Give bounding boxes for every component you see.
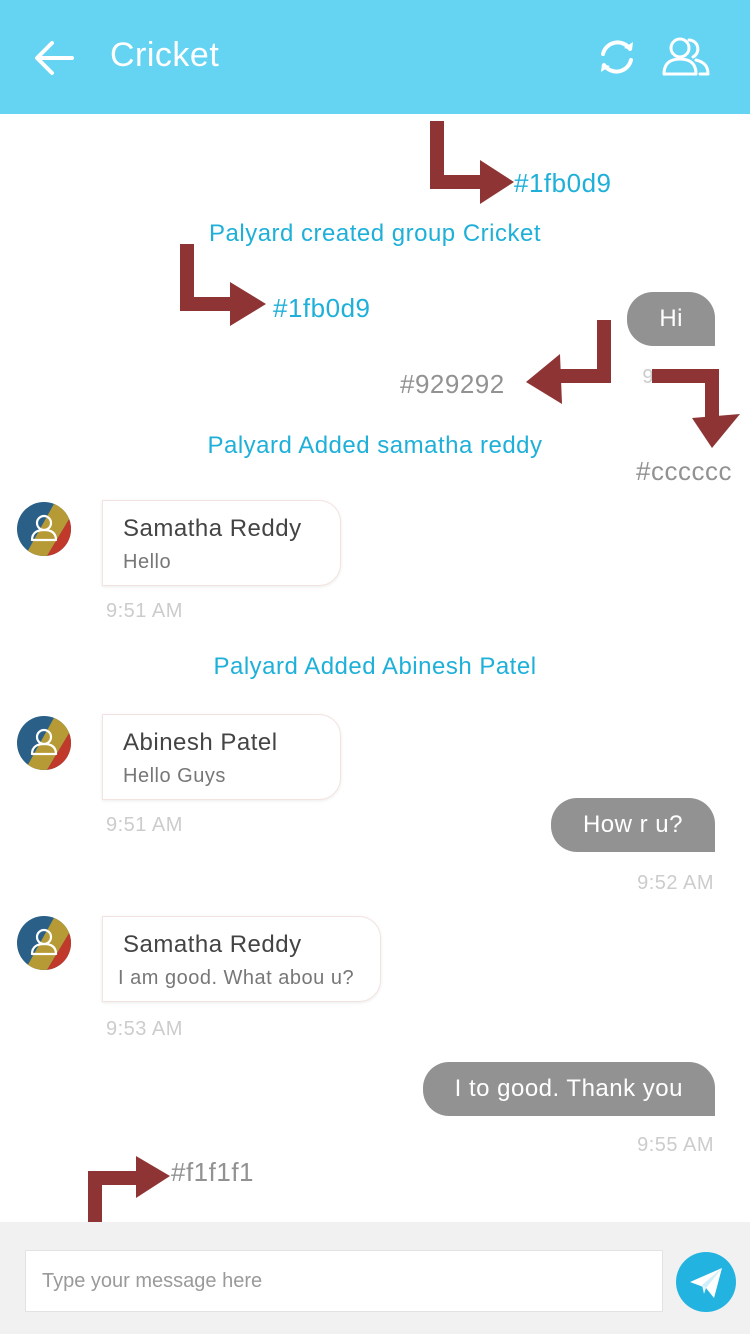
incoming-message-bubble[interactable]: Samatha Reddy I am good. What abou u? [102, 916, 381, 1002]
arrow-left-icon[interactable] [30, 34, 78, 82]
annotation-label: #1fb0d9 [514, 168, 612, 198]
system-message: Palyard Added Abinesh Patel [213, 653, 537, 680]
message-timestamp: 9:55 AM [637, 1134, 714, 1156]
paper-plane-icon [690, 1268, 722, 1298]
message-timestamp: 9:51 AM [106, 814, 183, 836]
annotation-label: #1fb0d9 [273, 293, 371, 323]
message-text: Hello [123, 551, 172, 573]
user-avatar-icon[interactable] [17, 716, 71, 770]
message-text: I am good. What abou u? [118, 967, 355, 989]
message-timestamp: 9:52 AM [637, 872, 714, 894]
sender-name: Samatha Reddy [123, 931, 302, 958]
incoming-message-bubble[interactable]: Abinesh Patel Hello Guys [102, 714, 341, 800]
sender-name: Samatha Reddy [123, 515, 302, 542]
message-timestamp: 9:53 AM [106, 1018, 183, 1040]
message-input[interactable] [25, 1250, 663, 1312]
outgoing-message-bubble[interactable]: I to good. Thank you [422, 1062, 715, 1116]
page-title: Cricket [110, 36, 220, 74]
group-icon[interactable] [660, 32, 712, 84]
outgoing-message-bubble[interactable]: How r u? [550, 798, 715, 852]
sender-name: Abinesh Patel [123, 729, 278, 756]
user-avatar-icon[interactable] [17, 502, 71, 556]
annotation-label: #f1f1f1 [171, 1157, 255, 1187]
app-header: Cricket [0, 0, 750, 114]
outgoing-message-bubble[interactable]: Hi [627, 292, 715, 346]
annotation-label: #cccccc [636, 456, 732, 486]
message-timestamp: 9: [642, 366, 660, 388]
annotation-label: #929292 [400, 369, 505, 399]
message-composer [0, 1222, 750, 1334]
user-avatar-icon[interactable] [17, 916, 71, 970]
system-message: Palyard created group Cricket [209, 220, 541, 247]
refresh-icon[interactable] [594, 34, 640, 80]
send-button[interactable] [676, 1252, 736, 1312]
incoming-message-bubble[interactable]: Samatha Reddy Hello [102, 500, 341, 586]
chat-area[interactable]: Palyard created group Cricket Hi 9: Paly… [0, 114, 750, 1222]
message-timestamp: 9:51 AM [106, 600, 183, 622]
message-text: Hello Guys [123, 765, 226, 787]
